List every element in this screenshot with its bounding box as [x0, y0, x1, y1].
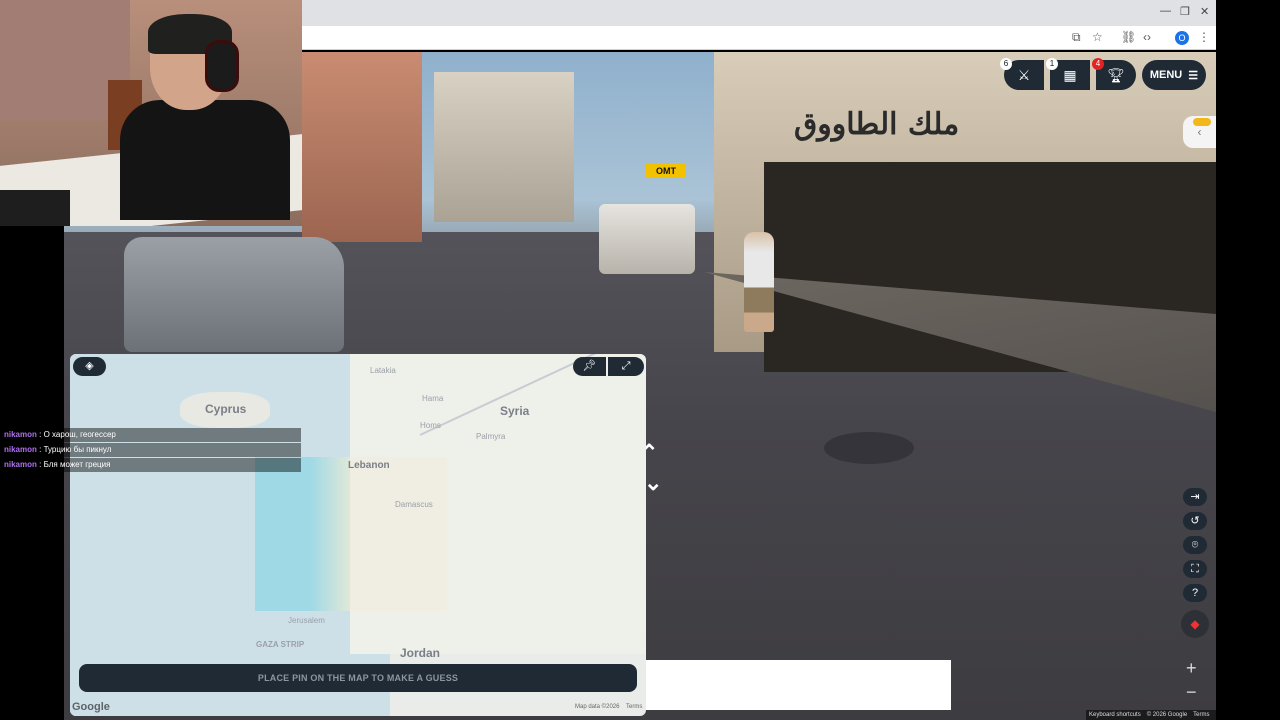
profile-avatar[interactable]: O	[1175, 31, 1189, 45]
chat-message: nikamon : Турцию бы пикнул	[0, 443, 301, 457]
chat-message: nikamon : Бля может греция	[0, 458, 301, 472]
link-icon[interactable]: ⛓	[1121, 30, 1136, 44]
fullscreen-icon: ⛶	[1191, 563, 1199, 575]
fullscreen-button[interactable]: ⛶	[1183, 560, 1207, 578]
copyright-text: © 2026 Google	[1146, 712, 1188, 718]
pin-icon: 📌︎	[582, 360, 597, 372]
install-app-icon[interactable]: ⧉	[1072, 30, 1081, 45]
kebab-menu-icon[interactable]: ⋮	[1198, 30, 1210, 44]
map-label-cyprus: Cyprus	[205, 402, 247, 416]
swords-icon: ⚔	[1017, 66, 1031, 83]
map-label-jerusalem: Jerusalem	[288, 616, 325, 625]
browser-toolbar: ⧉ ☆ ⛓ ‹› O ⋮	[302, 26, 1216, 50]
question-icon: ?	[1191, 587, 1199, 599]
compass-needle-icon: ◆	[1190, 617, 1200, 631]
pedestrian	[744, 232, 774, 332]
return-to-start-button[interactable]: ↺	[1183, 512, 1207, 530]
omt-sign: OMT	[646, 164, 686, 178]
make-guess-button[interactable]: PLACE PIN ON THE MAP TO MAKE A GUESS	[79, 664, 637, 692]
trophy-icon: 🏆︎	[1107, 66, 1125, 83]
map-label-hama: Hama	[422, 394, 444, 403]
location-pin-icon: ⌾	[1191, 539, 1199, 551]
shop-sign: ملك الطاووق	[794, 107, 960, 142]
white-van	[599, 204, 695, 274]
chevron-left-icon: ‹	[1197, 125, 1202, 139]
layers-icon: ◈	[85, 360, 94, 372]
party-icon: ▦	[1063, 66, 1077, 83]
webcam-overlay	[0, 0, 302, 226]
google-logo: Google	[72, 701, 110, 713]
side-panel-badge	[1193, 118, 1211, 126]
chat-username: nikamon	[4, 430, 37, 439]
bookmark-star-icon[interactable]: ☆	[1092, 30, 1103, 44]
map-label-latakia: Latakia	[370, 366, 396, 375]
footer-terms-link[interactable]: Terms	[1193, 712, 1209, 718]
headset	[205, 40, 239, 92]
map-label-damascus: Damascus	[395, 500, 433, 509]
compass[interactable]: ◆	[1181, 610, 1209, 638]
map-label-gaza: GAZA STRIP	[256, 640, 305, 649]
expand-icon: ⤢	[621, 360, 631, 372]
party-badge: 1	[1046, 58, 1058, 70]
minimize-button[interactable]: —	[1160, 5, 1171, 17]
map-detail-shore	[310, 457, 350, 611]
close-button[interactable]: ✕	[1200, 5, 1209, 18]
chat-message: nikamon : О харош, геогессер	[0, 428, 301, 442]
expand-map-button[interactable]: ⤢	[608, 357, 644, 376]
duels-badge: 6	[1000, 58, 1012, 70]
map-terms-link[interactable]: Terms	[626, 704, 642, 710]
menu-label: MENU	[1149, 69, 1183, 81]
trophy-badge: 4	[1092, 58, 1104, 70]
map-label-syria: Syria	[500, 404, 530, 418]
map-label-lebanon: Lebanon	[348, 460, 390, 471]
keyboard-shortcuts-link[interactable]: Keyboard shortcuts	[1089, 712, 1141, 718]
jump-to-end-button[interactable]: ⇥	[1183, 488, 1207, 506]
chat-text: : Бля может греция	[36, 460, 111, 469]
hamburger-icon: ☰	[1188, 69, 1199, 82]
guess-map[interactable]: Cyprus Syria Lebanon Jordan Damascus Hom…	[70, 354, 646, 716]
chat-overlay: nikamon : О харош, геогессер nikamon : Т…	[0, 428, 301, 473]
pin-map-button[interactable]: 📌︎	[573, 357, 606, 376]
keyboard	[0, 190, 70, 226]
checkpoint-button[interactable]: ⌾	[1183, 536, 1207, 554]
chat-username: nikamon	[4, 445, 37, 454]
blank-panel	[646, 660, 951, 710]
chat-text: : Турцию бы пикнул	[36, 445, 112, 454]
arrow-to-right-icon: ⇥	[1190, 491, 1200, 503]
restore-button[interactable]: ❐	[1180, 5, 1190, 18]
manhole-cover	[824, 432, 914, 464]
zoom-in-button[interactable]: +	[1186, 658, 1197, 679]
menu-button[interactable]: MENU ☰	[1142, 60, 1206, 90]
building-middle	[434, 72, 574, 222]
map-attribution: Map data ©2026	[575, 704, 620, 710]
browser-titlebar: — ❐ ✕	[302, 0, 1216, 26]
stream-frame: ملك الطاووق OMT ⌃ ⌄ — ❐ ✕ ⧉ ☆ ⛓ ‹› O ⋮ ⚔…	[0, 0, 1280, 720]
undo-icon: ↺	[1190, 515, 1200, 527]
map-label-homs: Homs	[420, 421, 441, 430]
streamer-body	[120, 100, 290, 220]
map-layers-button[interactable]: ◈	[73, 357, 106, 376]
map-label-palmyra: Palmyra	[476, 432, 506, 441]
help-button[interactable]: ?	[1183, 584, 1207, 602]
parked-suv	[124, 237, 344, 352]
code-icon[interactable]: ‹›	[1143, 30, 1151, 44]
zoom-out-button[interactable]: −	[1186, 682, 1197, 703]
streetview-footer: Keyboard shortcuts © 2026 Google Terms	[1086, 710, 1216, 720]
nav-arrow-back-icon[interactable]: ⌄	[644, 470, 662, 496]
chat-username: nikamon	[4, 460, 37, 469]
map-label-jordan: Jordan	[400, 646, 441, 660]
chat-text: : О харош, геогессер	[36, 430, 116, 439]
building-left	[302, 52, 422, 242]
